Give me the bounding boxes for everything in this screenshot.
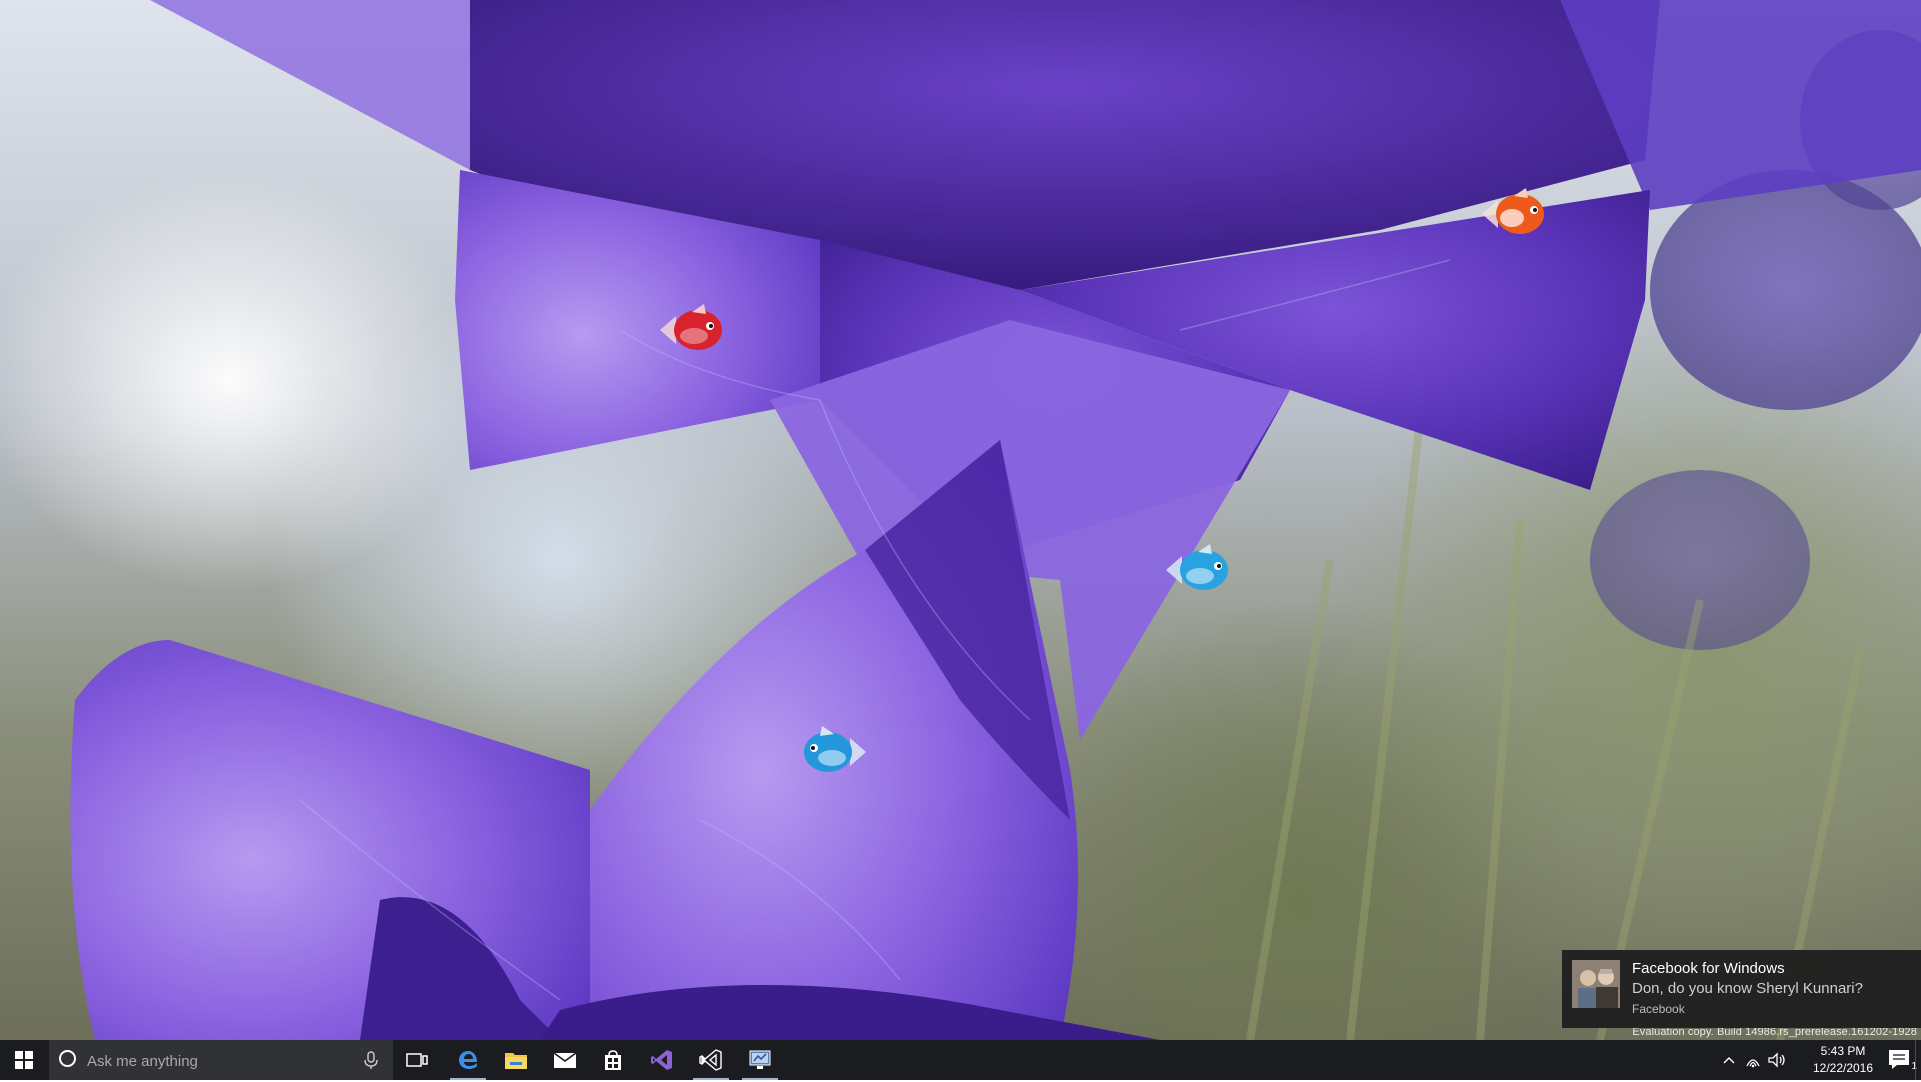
fish-blue-lower[interactable]: [792, 722, 870, 782]
desktop[interactable]: Evaluation copy. Build 14986.rs_prerelea…: [0, 0, 1921, 1040]
edge-taskbar-button[interactable]: [444, 1040, 492, 1080]
mail-taskbar-button[interactable]: [541, 1040, 589, 1080]
store-icon: [605, 1050, 621, 1070]
facebook-toast-notification[interactable]: Facebook for Windows Don, do you know Sh…: [1562, 950, 1921, 1028]
toast-source: Facebook: [1632, 1002, 1685, 1016]
cortana-search-box[interactable]: [49, 1040, 393, 1082]
volume-icon[interactable]: [1767, 1050, 1787, 1070]
file-explorer-taskbar-button[interactable]: [492, 1040, 540, 1080]
action-center-icon[interactable]: [1887, 1048, 1913, 1072]
remote-desktop-icon: [749, 1050, 771, 1069]
profile-photo-icon: [1572, 960, 1620, 1008]
clock[interactable]: 5:43 PM 12/22/2016: [1807, 1043, 1879, 1077]
microphone-icon[interactable]: [361, 1050, 381, 1070]
clock-time: 5:43 PM: [1820, 1044, 1866, 1058]
visual-studio-preview-icon: [699, 1049, 722, 1071]
store-taskbar-button[interactable]: [589, 1040, 637, 1080]
search-input[interactable]: [85, 1040, 359, 1082]
toast-message: Don, do you know Sheryl Kunnari?: [1632, 980, 1863, 997]
show-desktop-button[interactable]: [1915, 1040, 1921, 1080]
wallpaper: [70, 0, 1921, 1040]
fish-orange[interactable]: [1478, 184, 1556, 244]
system-tray: 5:43 PM 12/22/2016 1: [1721, 1040, 1921, 1080]
toast-title: Facebook for Windows: [1632, 960, 1785, 977]
edge-icon: [459, 1051, 477, 1069]
network-icon[interactable]: [1743, 1050, 1763, 1070]
clock-date: 12/22/2016: [1812, 1061, 1874, 1075]
visual-studio-taskbar-button[interactable]: [638, 1040, 686, 1080]
task-view-button[interactable]: [393, 1040, 441, 1080]
remote-desktop-taskbar-button[interactable]: [736, 1040, 784, 1080]
visual-studio-icon: [651, 1050, 672, 1070]
cortana-icon: [59, 1050, 76, 1067]
mail-icon: [553, 1052, 577, 1068]
fish-red[interactable]: [656, 300, 734, 360]
chevron-up-icon[interactable]: [1719, 1050, 1739, 1070]
visual-studio-preview-taskbar-button[interactable]: [687, 1040, 735, 1080]
windows-logo-icon: [15, 1051, 33, 1069]
file-explorer-icon: [505, 1053, 527, 1069]
fish-blue-upper[interactable]: [1162, 540, 1240, 600]
start-button[interactable]: [0, 1040, 48, 1080]
taskbar: 5:43 PM 12/22/2016 1: [0, 1040, 1921, 1082]
task-view-icon: [406, 1053, 428, 1067]
